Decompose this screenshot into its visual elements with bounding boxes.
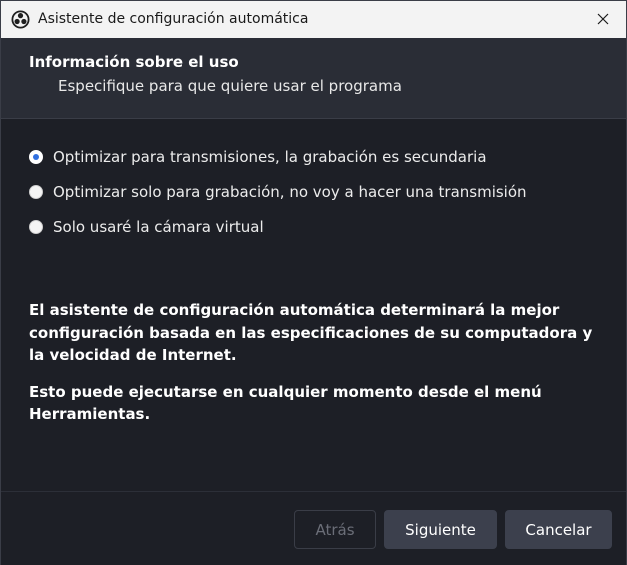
option-streaming[interactable]: Optimizar para transmisiones, la grabaci… (29, 146, 527, 168)
back-button[interactable]: Atrás (294, 510, 376, 549)
header-subtitle: Especifique para que quiere usar el prog… (58, 77, 402, 95)
close-button[interactable] (580, 1, 626, 38)
radio-virtual-camera[interactable] (29, 220, 43, 234)
usage-options: Optimizar para transmisiones, la grabaci… (29, 146, 527, 251)
close-icon (597, 10, 609, 29)
info-paragraph: El asistente de configuración automática… (29, 301, 593, 364)
radio-recording[interactable] (29, 185, 43, 199)
wizard-footer: Atrás Siguiente Cancelar (1, 491, 626, 565)
radio-streaming[interactable] (29, 150, 43, 164)
option-label: Solo usaré la cámara virtual (53, 218, 264, 236)
cancel-button[interactable]: Cancelar (505, 510, 612, 549)
info-text: El asistente de configuración automática… (29, 299, 599, 440)
next-button[interactable]: Siguiente (384, 510, 497, 549)
option-label: Optimizar solo para grabación, no voy a … (53, 183, 527, 201)
info-paragraph: Esto puede ejecutarse en cualquier momen… (29, 382, 542, 424)
option-virtual-camera[interactable]: Solo usaré la cámara virtual (29, 216, 527, 238)
window-title: Asistente de configuración automática (38, 11, 309, 27)
wizard-header: Información sobre el uso Especifique par… (1, 38, 626, 119)
title-bar: Asistente de configuración automática (1, 1, 626, 38)
obs-logo-icon (11, 10, 30, 29)
header-title: Información sobre el uso (29, 53, 239, 71)
option-recording[interactable]: Optimizar solo para grabación, no voy a … (29, 181, 527, 203)
wizard-window: Asistente de configuración automática In… (0, 0, 627, 565)
option-label: Optimizar para transmisiones, la grabaci… (53, 148, 487, 166)
